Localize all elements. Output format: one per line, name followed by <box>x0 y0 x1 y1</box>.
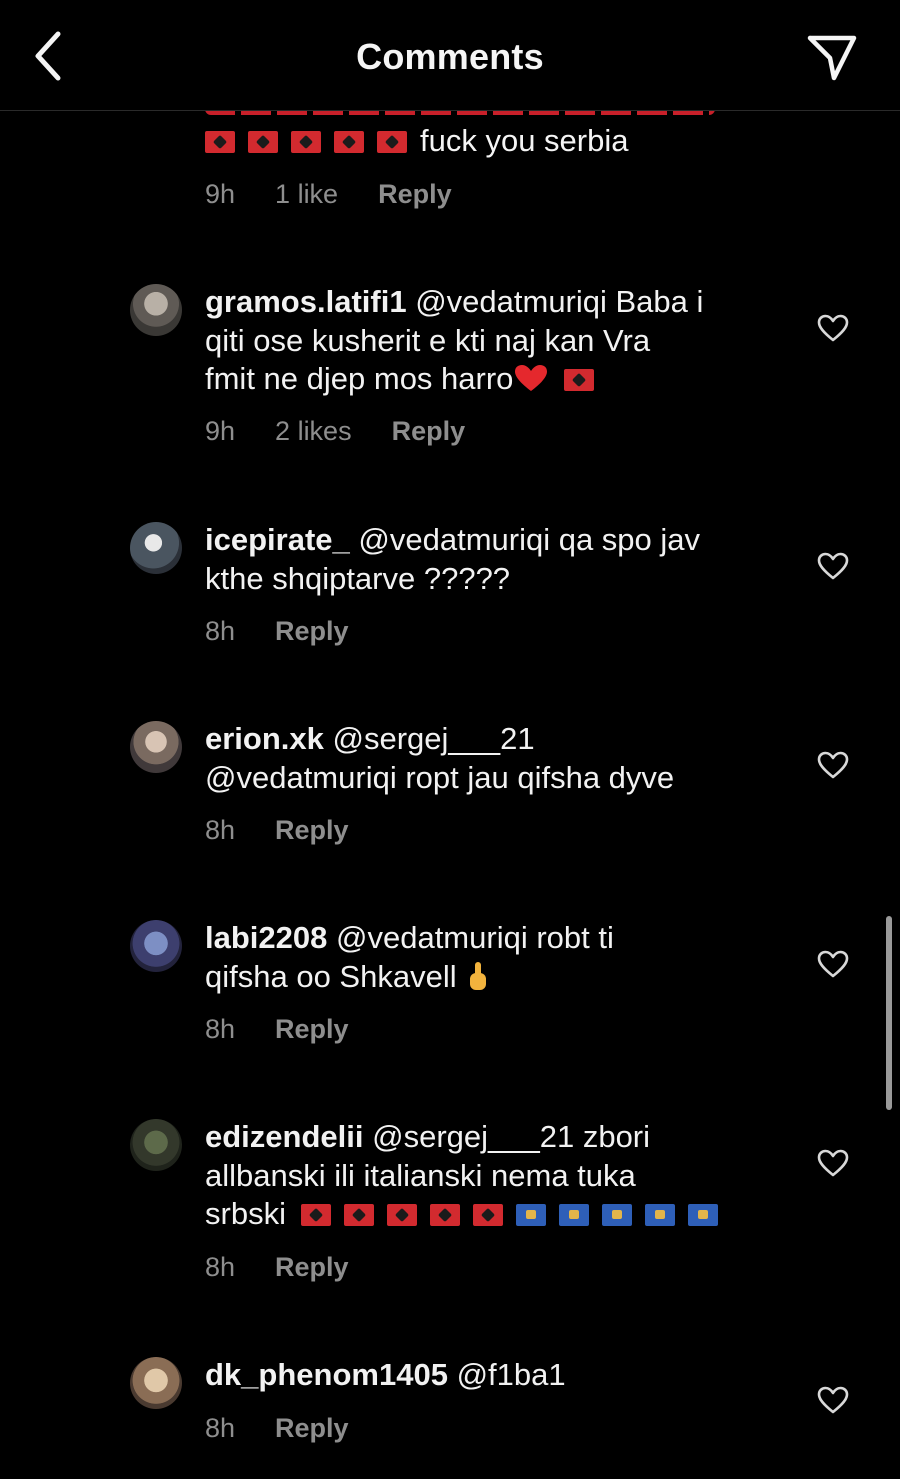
comment-line: @f1ba1 <box>456 1357 566 1392</box>
comment-line: allbanski ili italianski nema tuka <box>205 1157 636 1193</box>
reply-button[interactable]: Reply <box>275 1014 349 1045</box>
comment-username[interactable]: dk_phenom1405 <box>205 1357 448 1392</box>
comment-meta: 8h Reply <box>205 1252 389 1283</box>
albania-flag-icon <box>300 1204 331 1226</box>
kosovo-flag-icon <box>601 1204 632 1226</box>
comment-text: gramos.latifi1 @vedatmuriqi Baba i qiti … <box>205 283 765 399</box>
avatar[interactable] <box>130 522 182 574</box>
reply-button[interactable]: Reply <box>378 179 452 210</box>
albania-flag-icon <box>291 131 321 153</box>
comment-line: @sergej___21 zbori <box>372 1119 651 1154</box>
heart-outline-icon[interactable] <box>817 1148 849 1178</box>
avatar[interactable] <box>130 920 182 972</box>
comment-text: icepirate_ @vedatmuriqi qa spo jav kthe … <box>205 521 765 598</box>
comment-username[interactable]: icepirate_ <box>205 522 350 557</box>
comment-time: 8h <box>205 1014 236 1044</box>
avatar[interactable] <box>130 1119 182 1171</box>
comment-text: erion.xk @sergej___21 @vedatmuriqi ropt … <box>205 720 765 797</box>
comment-line: srbski <box>205 1196 286 1231</box>
reply-button[interactable]: Reply <box>275 815 349 846</box>
comment-line: qifsha oo Shkavell <box>205 958 457 994</box>
albania-flag-icon <box>205 131 235 153</box>
heart-outline-icon[interactable] <box>817 313 849 343</box>
comment-username[interactable]: labi2208 <box>205 920 327 955</box>
comment-line: @sergej___21 <box>332 721 535 756</box>
reply-button[interactable]: Reply <box>275 1252 349 1283</box>
heart-outline-icon[interactable] <box>817 551 849 581</box>
comment-username[interactable]: erion.xk <box>205 721 324 756</box>
send-icon <box>807 35 857 81</box>
comment-time: 9h <box>205 416 236 446</box>
comment-meta: 8h Reply <box>205 1413 389 1444</box>
comment-line: qiti ose kusherit e kti naj kan Vra <box>205 322 651 358</box>
header-bar: Comments <box>0 0 900 111</box>
comment-line: @vedatmuriqi ropt jau qifsha dyve <box>205 759 675 795</box>
albania-flag-icon <box>248 131 278 153</box>
comment-text: edizendelii @sergej___21 zbori allbanski… <box>205 1118 765 1234</box>
albania-flag-icon <box>386 1204 417 1226</box>
comment-meta: 9h 1 like Reply <box>205 179 492 210</box>
comment-meta: 8h Reply <box>205 616 389 647</box>
heart-outline-icon[interactable] <box>817 1385 849 1415</box>
comment-meta: 9h 2 likes Reply <box>205 416 505 447</box>
avatar[interactable] <box>130 721 182 773</box>
albania-flag-icon <box>472 1204 503 1226</box>
comment-time: 8h <box>205 616 236 646</box>
albania-flag-icon <box>564 369 595 391</box>
reply-button[interactable]: Reply <box>275 616 349 647</box>
kosovo-flag-icon <box>687 1204 718 1226</box>
albania-flag-icon <box>334 131 364 153</box>
comment-time: 8h <box>205 815 236 845</box>
albania-flag-icon <box>429 1204 460 1226</box>
comment-line: @vedatmuriqi qa spo jav <box>358 522 701 557</box>
share-button[interactable] <box>804 32 860 82</box>
page-title: Comments <box>356 36 544 77</box>
comment-time: 9h <box>205 179 236 209</box>
like-count[interactable]: 1 like <box>275 179 338 210</box>
like-count[interactable]: 2 likes <box>275 416 352 447</box>
comments-list[interactable]: fuck you serbia 9h 1 like Reply gramos.lat… <box>0 111 900 1479</box>
comment-text: fuck you serbia <box>205 121 629 161</box>
comment-meta: 8h Reply <box>205 815 389 846</box>
reply-button[interactable]: Reply <box>275 1413 349 1444</box>
emoji-row-partial <box>205 111 715 115</box>
scrollbar[interactable] <box>886 916 892 1110</box>
comment-line: @vedatmuriqi Baba i <box>415 284 704 319</box>
comment-text: dk_phenom1405 @f1ba1 <box>205 1356 765 1395</box>
heart-outline-icon[interactable] <box>817 949 849 979</box>
comment-line: fmit ne djep mos harro <box>205 361 514 396</box>
kosovo-flag-icon <box>515 1204 546 1226</box>
red-heart-icon <box>515 365 548 391</box>
comment-username[interactable]: gramos.latifi1 <box>205 284 407 319</box>
comment-meta: 8h Reply <box>205 1014 389 1045</box>
comment-time: 8h <box>205 1413 236 1443</box>
avatar[interactable] <box>130 1357 182 1409</box>
middle-finger-icon <box>469 961 486 990</box>
heart-outline-icon[interactable] <box>817 750 849 780</box>
comment-username[interactable]: edizendelii <box>205 1119 363 1154</box>
kosovo-flag-icon <box>644 1204 675 1226</box>
comment-line: @vedatmuriqi robt ti <box>336 920 614 955</box>
comment-line: kthe shqiptarve ????? <box>205 560 511 596</box>
reply-button[interactable]: Reply <box>392 416 466 447</box>
comment-text: labi2208 @vedatmuriqi robt ti qifsha oo … <box>205 919 765 996</box>
kosovo-flag-icon <box>558 1204 589 1226</box>
comment-time: 8h <box>205 1252 236 1282</box>
albania-flag-icon <box>377 131 407 153</box>
avatar[interactable] <box>130 284 182 336</box>
albania-flag-icon <box>343 1204 374 1226</box>
